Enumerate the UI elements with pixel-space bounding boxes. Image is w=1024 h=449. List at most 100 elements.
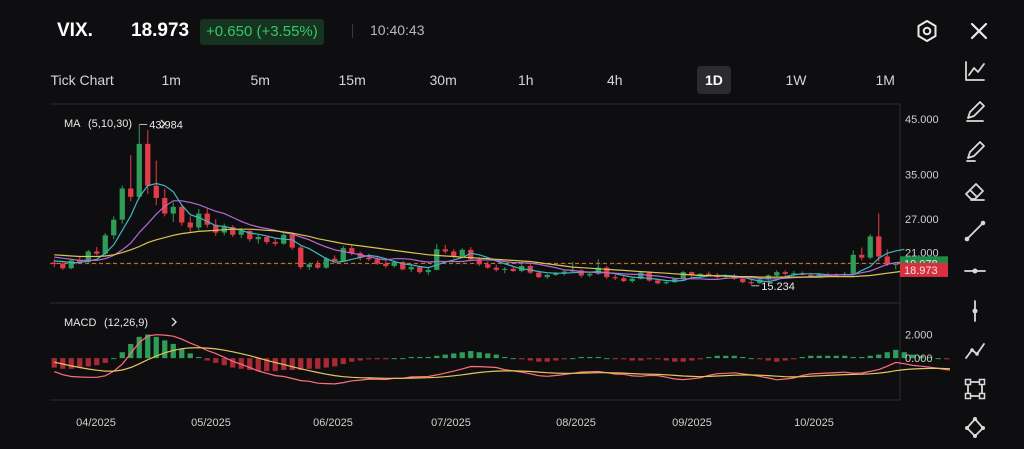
timeframe-15m[interactable]: 15m [331, 66, 374, 94]
macd-histogram-bar [196, 356, 202, 359]
macd-histogram-bar [187, 353, 193, 359]
price-change-badge: +0.650 (+3.55%) [200, 19, 324, 45]
pattern-icon[interactable] [962, 414, 988, 440]
horizontal-line-icon[interactable] [962, 258, 988, 284]
macd-histogram-bar [425, 356, 431, 359]
macd-axis-label: 0.000 [905, 353, 933, 365]
close-icon[interactable] [966, 18, 992, 44]
trend-line-icon[interactable] [962, 218, 988, 244]
macd-histogram-bar [306, 358, 312, 369]
macd-histogram-bar [935, 358, 941, 360]
macd-histogram-bar [799, 356, 805, 359]
macd-histogram-bar [561, 358, 567, 360]
timeframe-5m[interactable]: 5m [243, 66, 278, 94]
candle-body [306, 264, 312, 268]
candle-body [646, 272, 652, 281]
brush-icon[interactable] [962, 138, 988, 164]
candle-body [60, 263, 66, 269]
chart-type-icon[interactable] [962, 58, 988, 84]
macd-histogram-bar [774, 358, 780, 362]
timeframe-30m[interactable]: 30m [422, 66, 465, 94]
macd-histogram-bar [944, 358, 950, 360]
timeframe-4h[interactable]: 4h [599, 66, 631, 94]
settings-icon[interactable] [914, 18, 940, 44]
macd-histogram-bar [77, 358, 83, 368]
macd-histogram-bar [442, 354, 448, 359]
macd-histogram-bar [94, 358, 100, 366]
date-axis-label: 10/2025 [794, 417, 834, 429]
timeframe-1d[interactable]: 1D [697, 66, 731, 94]
date-axis-label: 05/2025 [191, 417, 231, 429]
macd-histogram-bar [340, 358, 346, 365]
candle-body [425, 269, 431, 273]
macd-histogram-bar [706, 356, 712, 359]
candle-body [94, 251, 100, 254]
candle-body [315, 264, 321, 268]
ma-indicator-params: (5,10,30) [88, 118, 132, 130]
candle-body [459, 249, 465, 256]
timeframe-1h[interactable]: 1h [510, 66, 542, 94]
macd-histogram-bar [510, 358, 516, 360]
macd-histogram-bar [162, 340, 168, 359]
ma-line-ma30 [54, 228, 905, 278]
macd-histogram-bar [204, 358, 210, 361]
last-price: 18.973 [131, 20, 190, 41]
candle-body [706, 273, 712, 275]
macd-histogram-bar [842, 355, 848, 359]
macd-histogram-bar [102, 358, 108, 363]
macd-histogram-bar [808, 355, 814, 359]
ma-line-ma5 [54, 182, 905, 283]
candle-body [850, 254, 856, 274]
candle-body [587, 273, 593, 276]
vertical-line-icon[interactable] [962, 298, 988, 324]
candle-body [544, 274, 550, 278]
macd-histogram-bar [833, 355, 839, 359]
date-axis-label: 07/2025 [431, 417, 471, 429]
macd-histogram-bar [374, 358, 380, 360]
min-price-label: 15.234 [761, 281, 795, 293]
timeframe-1m[interactable]: 1M [868, 66, 903, 94]
macd-histogram-bar [519, 358, 525, 360]
date-axis-label: 09/2025 [672, 417, 712, 429]
pencil-icon[interactable] [962, 98, 988, 124]
macd-histogram-bar [527, 358, 533, 361]
date-axis-label: 08/2025 [556, 417, 596, 429]
macd-histogram-bar [646, 358, 652, 360]
candle-body [876, 236, 882, 257]
macd-histogram-bar [502, 356, 508, 359]
macd-histogram-bar [663, 358, 669, 361]
macd-histogram-bar [765, 358, 771, 361]
candle-body [740, 278, 746, 283]
macd-histogram-bar [366, 358, 372, 360]
macd-histogram-bar [213, 358, 219, 363]
eraser-icon[interactable] [962, 178, 988, 204]
candle-body [323, 258, 329, 268]
price-chart[interactable]: 45.00035.00027.00021.00043.98415.23419.0… [0, 100, 950, 440]
macd-histogram-bar [272, 358, 278, 372]
candle-body [442, 249, 448, 252]
candle-body [893, 263, 899, 265]
rectangle-icon[interactable] [962, 376, 988, 402]
candle-body [867, 236, 873, 258]
candle-body [502, 268, 508, 270]
candle-body [493, 267, 499, 270]
macd-histogram-bar [629, 358, 635, 361]
header-divider [352, 24, 353, 38]
candle-body [153, 185, 159, 198]
macd-histogram-bar [570, 358, 576, 360]
candle-body [485, 264, 491, 268]
timeframe-1m[interactable]: 1m [154, 66, 189, 94]
macd-histogram-bar [417, 356, 423, 359]
candle-body [366, 257, 372, 260]
polyline-icon[interactable] [962, 338, 988, 364]
timeframe-1w[interactable]: 1W [778, 66, 815, 94]
macd-histogram-bar [451, 353, 457, 359]
timeframe-tick-chart[interactable]: Tick Chart [43, 66, 122, 94]
macd-histogram-bar [850, 356, 856, 359]
macd-histogram-bar [85, 358, 91, 367]
macd-histogram-bar [604, 358, 610, 360]
price-axis-label: 35.000 [905, 170, 939, 182]
candle-body [255, 236, 261, 240]
macd-histogram-bar [255, 358, 261, 372]
macd-histogram-bar [680, 358, 686, 362]
